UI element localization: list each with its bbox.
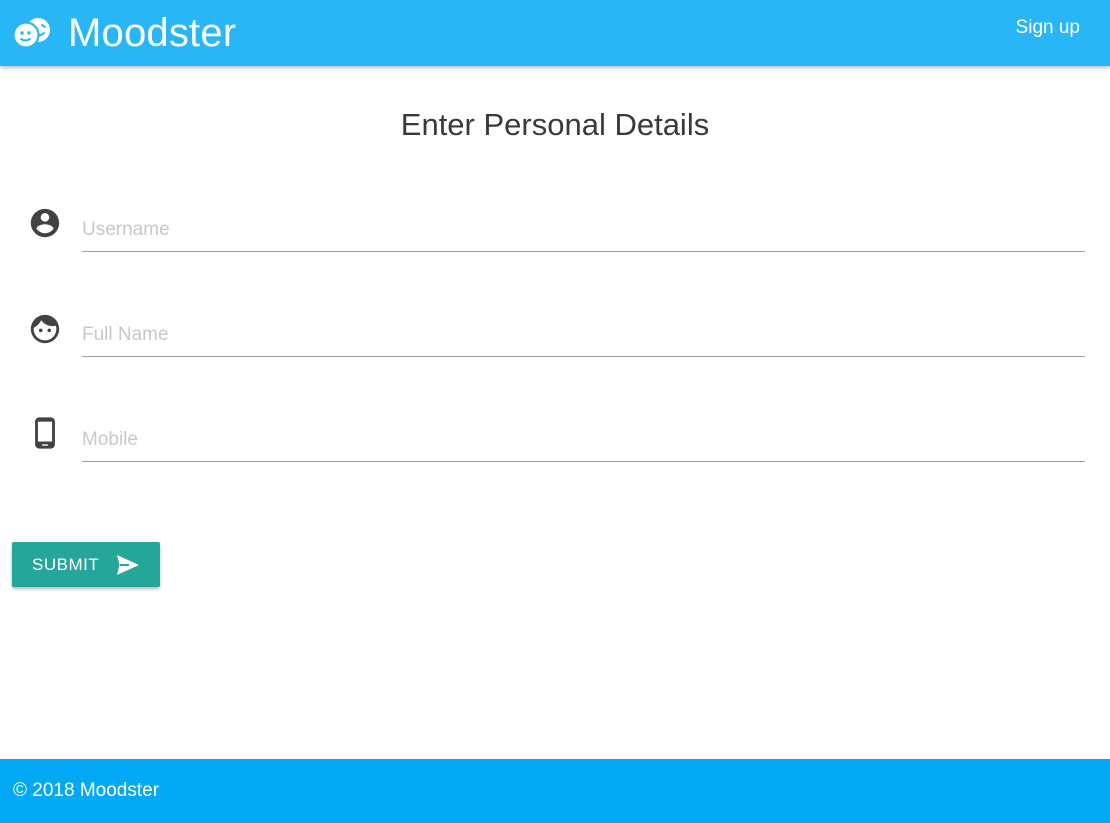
page: Moodster Sign up Enter Personal Details bbox=[0, 0, 1110, 823]
username-field-group bbox=[0, 195, 1110, 265]
submit-button[interactable]: SUBMIT bbox=[12, 542, 160, 587]
submit-button-label: SUBMIT bbox=[32, 554, 100, 574]
fullname-input[interactable] bbox=[82, 313, 1085, 357]
footer: © 2018 Moodster bbox=[0, 759, 1110, 823]
username-input[interactable] bbox=[82, 208, 1085, 252]
account-circle-icon bbox=[27, 205, 63, 241]
mobile-input[interactable] bbox=[82, 418, 1085, 462]
fullname-field-group bbox=[0, 300, 1110, 370]
send-icon bbox=[116, 554, 140, 579]
smartphone-icon bbox=[27, 415, 63, 451]
signup-link[interactable]: Sign up bbox=[1016, 16, 1080, 40]
mobile-field-group bbox=[0, 405, 1110, 475]
footer-copyright: © 2018 Moodster bbox=[13, 780, 160, 801]
moodster-logo-icon bbox=[12, 15, 52, 51]
navbar: Moodster Sign up bbox=[0, 0, 1110, 66]
page-title: Enter Personal Details bbox=[400, 107, 710, 142]
face-icon bbox=[27, 311, 63, 347]
brand-name: Moodster bbox=[68, 11, 237, 55]
brand-logo-link[interactable]: Moodster bbox=[12, 13, 236, 53]
